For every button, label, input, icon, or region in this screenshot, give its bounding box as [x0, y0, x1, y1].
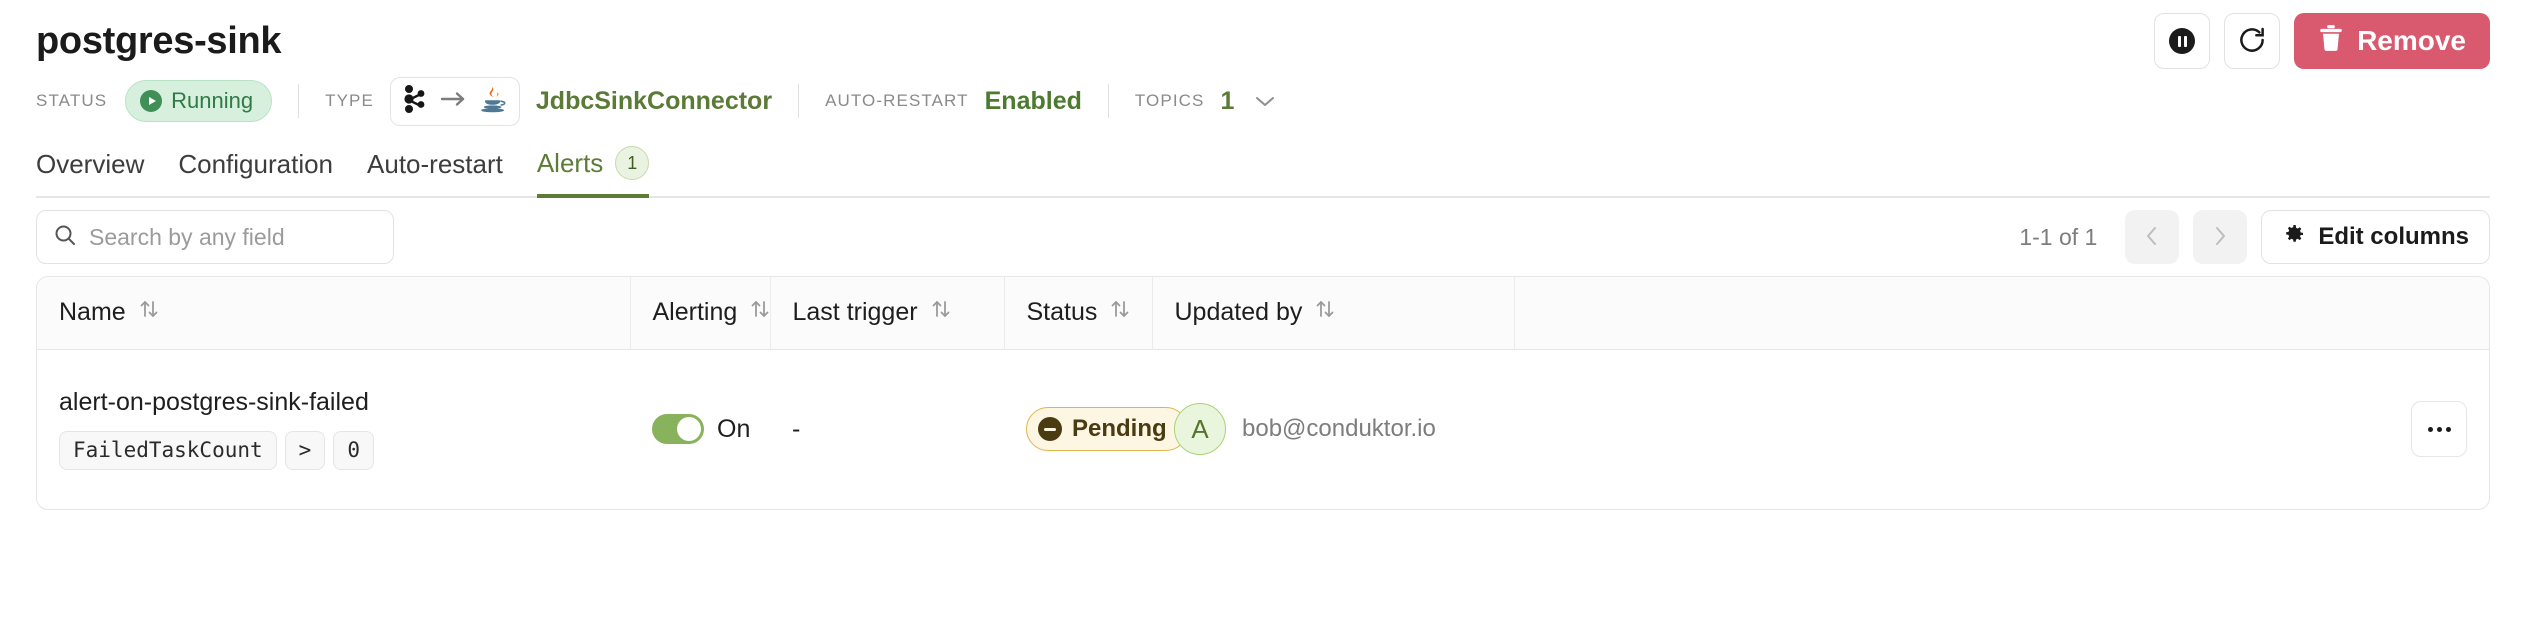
gear-icon [2282, 222, 2306, 253]
tab-overview-label: Overview [36, 149, 145, 179]
column-header-updated-by[interactable]: Updated by [1152, 277, 1515, 349]
auto-restart-value: Enabled [984, 86, 1082, 115]
cell-actions [1514, 349, 2489, 509]
restart-button[interactable] [2224, 13, 2281, 69]
status-strip: STATUS Running TYPE JdbcSinkConnector AU… [36, 74, 2490, 128]
edit-columns-label: Edit columns [2318, 223, 2469, 250]
toolbar-right: 1-1 of 1 Edit columns [2019, 210, 2490, 264]
topics-value: 1 [1220, 86, 1235, 115]
pagination-range: 1-1 of 1 [2019, 223, 2098, 250]
play-icon [140, 90, 163, 112]
next-page-button[interactable] [2193, 210, 2248, 264]
cell-last-trigger: - [770, 349, 1004, 509]
connector-detail-page: postgres-sink Remove STATUS Running TYPE… [0, 0, 2526, 630]
search-box[interactable] [36, 210, 394, 264]
column-header-last-trigger[interactable]: Last trigger [770, 277, 1005, 349]
avatar: A [1174, 403, 1226, 456]
sort-icon [930, 297, 952, 328]
updated-by-email: bob@conduktor.io [1242, 415, 1436, 443]
cell-alerting: On [630, 349, 770, 509]
alert-condition: FailedTaskCount > 0 [59, 431, 608, 471]
header-actions: Remove [2154, 13, 2490, 69]
kebab-dot [2436, 426, 2442, 432]
sort-icon [1109, 297, 1131, 328]
status-badge-label: Running [171, 88, 254, 113]
divider [1107, 84, 1109, 118]
chevron-down-icon[interactable] [1254, 94, 1276, 108]
last-trigger-value: - [792, 414, 801, 443]
tab-auto-restart[interactable]: Auto-restart [367, 149, 503, 198]
column-header-name-label: Name [59, 298, 126, 327]
trash-icon [2318, 24, 2344, 59]
alerting-toggle[interactable] [652, 414, 704, 445]
chevron-left-icon [2142, 224, 2162, 251]
pause-button[interactable] [2154, 13, 2211, 69]
kebab-dot [2445, 426, 2451, 432]
tab-overview[interactable]: Overview [36, 149, 144, 198]
remove-button-label: Remove [2357, 25, 2466, 56]
restart-icon [2237, 25, 2267, 58]
status-badge-pending: Pending [1026, 407, 1188, 452]
condition-operator-chip: > [284, 431, 326, 471]
column-header-last-trigger-label: Last trigger [792, 298, 918, 327]
alert-name: alert-on-postgres-sink-failed [59, 388, 369, 417]
sort-icon [749, 297, 771, 328]
row-actions-button[interactable] [2411, 401, 2467, 458]
java-icon [479, 84, 507, 119]
cell-updated-by: A bob@conduktor.io [1152, 349, 1514, 509]
page-title: postgres-sink [36, 19, 282, 62]
alerts-table: Name Alerting Last trigger Status Update… [36, 276, 2490, 510]
status-label: STATUS [36, 91, 108, 110]
pause-icon [2169, 28, 2196, 54]
cell-name: alert-on-postgres-sink-failed FailedTask… [37, 349, 630, 509]
arrow-right-icon [439, 90, 469, 113]
table-row[interactable]: alert-on-postgres-sink-failed FailedTask… [37, 349, 2489, 509]
column-header-status-label: Status [1026, 298, 1098, 327]
table-toolbar: 1-1 of 1 [36, 198, 2490, 276]
tab-configuration[interactable]: Configuration [178, 149, 333, 198]
toggle-knob [677, 417, 701, 442]
table-header-row: Name Alerting Last trigger Status Update… [37, 277, 2489, 349]
status-badge: Running [125, 80, 273, 122]
tab-alerts-badge: 1 [615, 146, 650, 180]
kafka-icon [403, 84, 429, 119]
divider [298, 84, 300, 118]
sort-icon [1314, 297, 1336, 328]
tab-auto-restart-label: Auto-restart [367, 149, 503, 179]
sort-icon [138, 297, 160, 328]
condition-value-chip: 0 [333, 431, 374, 471]
tab-alerts[interactable]: Alerts 1 [536, 146, 650, 198]
search-icon [53, 223, 77, 252]
type-label: TYPE [325, 91, 374, 110]
condition-metric-chip: FailedTaskCount [59, 431, 277, 471]
tab-alerts-label: Alerts [536, 147, 604, 178]
status-badge-pending-label: Pending [1072, 415, 1167, 443]
type-value: JdbcSinkConnector [535, 86, 773, 115]
tab-bar: Overview Configuration Auto-restart Aler… [36, 142, 2490, 198]
topics-label: TOPICS [1134, 91, 1205, 110]
remove-button[interactable]: Remove [2294, 13, 2490, 69]
minus-circle-icon [1038, 417, 1062, 442]
auto-restart-label: AUTO-RESTART [825, 91, 969, 110]
alerting-state-label: On [717, 414, 751, 443]
chevron-right-icon [2210, 224, 2230, 251]
column-header-name[interactable]: Name [37, 277, 631, 349]
previous-page-button[interactable] [2125, 210, 2180, 264]
search-input[interactable] [89, 223, 377, 251]
cell-status: Pending [1004, 349, 1188, 509]
page-header: postgres-sink Remove [36, 0, 2490, 74]
tab-configuration-label: Configuration [178, 149, 334, 179]
column-header-alerting-label: Alerting [652, 298, 738, 327]
column-header-alerting[interactable]: Alerting [630, 277, 771, 349]
type-icon-badge [389, 76, 520, 126]
edit-columns-button[interactable]: Edit columns [2261, 210, 2490, 264]
column-header-actions [1514, 277, 2489, 349]
column-header-updated-by-label: Updated by [1174, 298, 1303, 327]
kebab-dot [2427, 426, 2433, 432]
column-header-status[interactable]: Status [1004, 277, 1153, 349]
divider [798, 84, 800, 118]
